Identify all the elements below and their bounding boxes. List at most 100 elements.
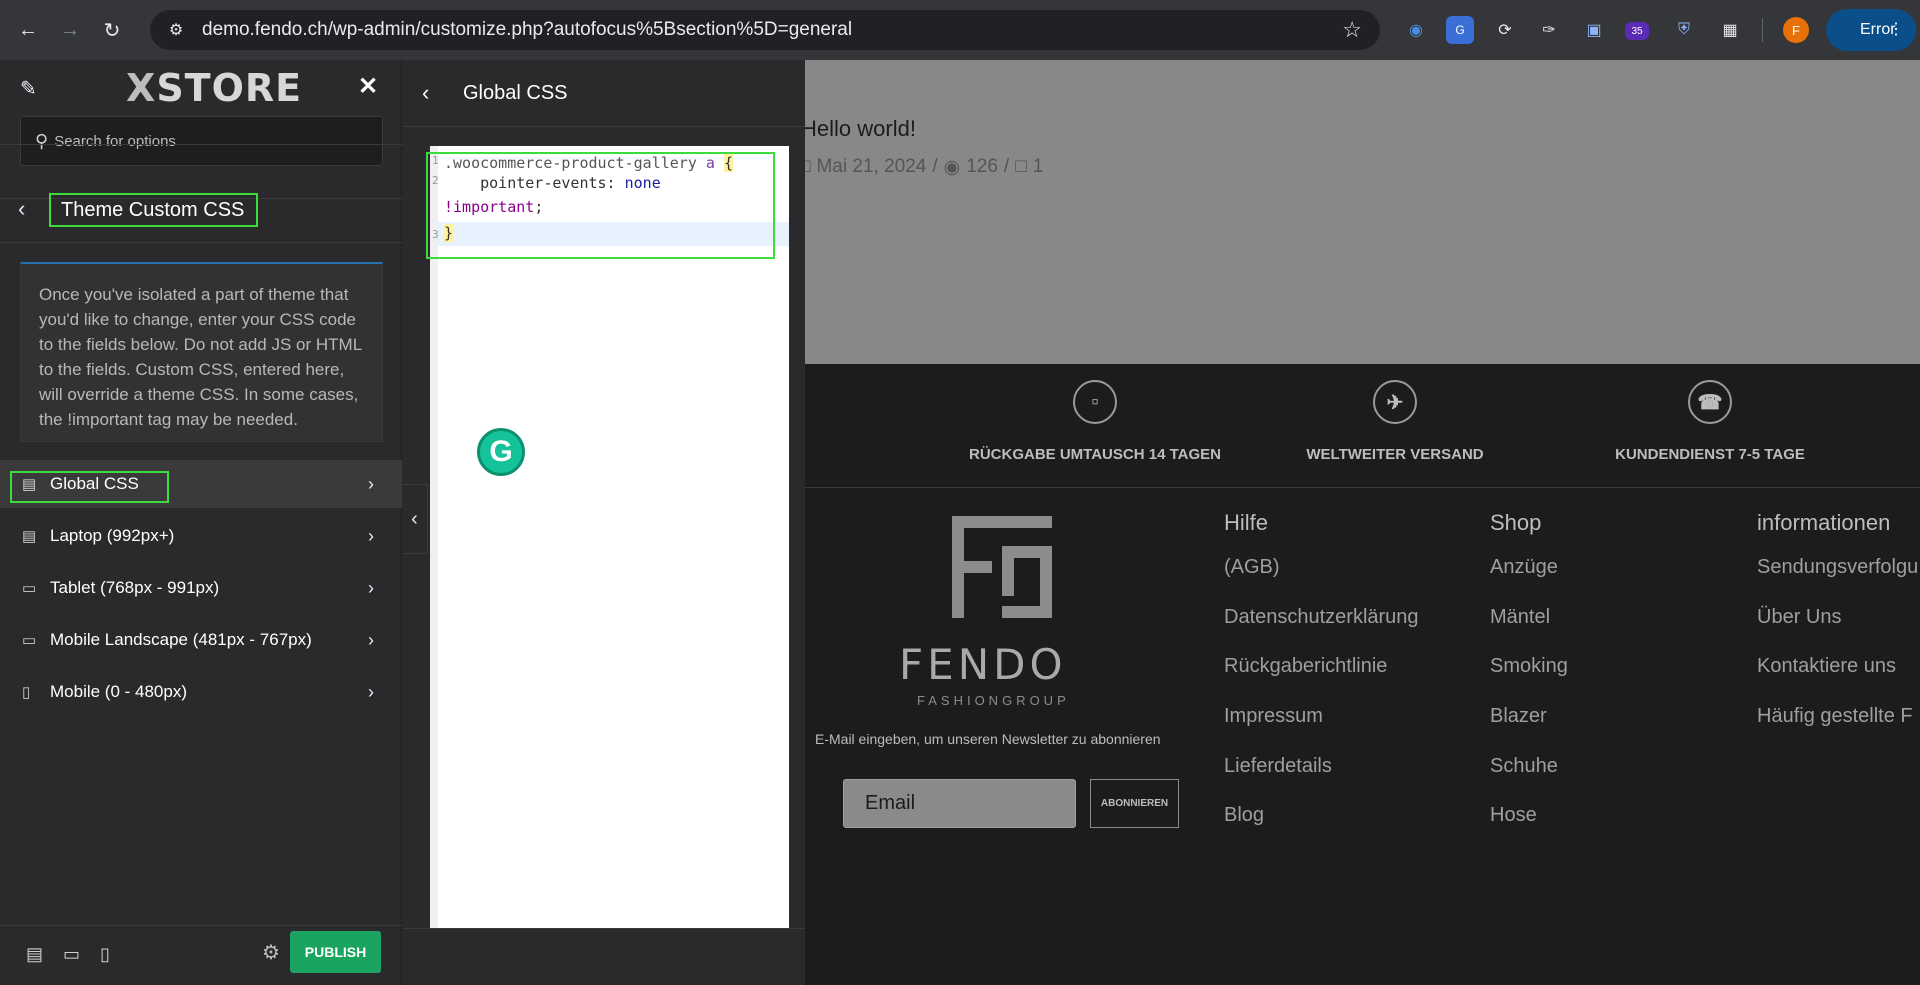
tablet-icon: ▭ xyxy=(22,580,37,597)
meta-separator: / xyxy=(932,156,938,177)
close-icon[interactable]: ✕ xyxy=(358,72,378,101)
sidebar-divider xyxy=(0,144,402,145)
pin-icon[interactable]: ✎ xyxy=(20,76,37,101)
more-menu-icon[interactable]: ⋮ xyxy=(1888,19,1904,39)
feature-label: RÜCKGABE UMTAUSCH 14 TAGEN xyxy=(969,446,1221,463)
comment-icon: □ xyxy=(1015,156,1027,177)
brand-name: FENDO xyxy=(899,640,1067,689)
sidebar-divider xyxy=(0,242,402,243)
footer-link[interactable]: Hose xyxy=(1490,804,1537,827)
feature-returns: ▫ RÜCKGABE UMTAUSCH 14 TAGEN xyxy=(950,380,1240,463)
post-views: 126 xyxy=(966,156,998,177)
post-area: Hello world! □ Mai 21, 2024 / ◉ 126 / □ … xyxy=(805,60,1920,364)
site-preview: Hello world! □ Mai 21, 2024 / ◉ 126 / □ … xyxy=(805,60,1920,985)
desktop-preview-icon[interactable]: ▤ xyxy=(26,944,43,965)
highlight-outline xyxy=(10,471,169,503)
footer-link[interactable]: Anzüge xyxy=(1490,556,1558,579)
newsletter-text: E-Mail eingeben, um unseren Newsletter z… xyxy=(815,731,1161,747)
highlight-outline xyxy=(426,152,775,259)
post-title[interactable]: Hello world! xyxy=(805,116,916,142)
footer-link[interactable]: Blog xyxy=(1224,804,1264,827)
feature-label: KUNDENDIENST 7-5 TAGE xyxy=(1615,446,1805,463)
mobile-preview-icon[interactable]: ▯ xyxy=(100,944,110,965)
logo-text: STORE xyxy=(156,66,303,110)
screen-capture-extension-icon[interactable]: ▣ xyxy=(1580,16,1608,44)
forward-arrow-icon[interactable]: → xyxy=(52,12,88,48)
back-chevron-icon[interactable]: ‹ xyxy=(18,196,25,222)
footer-link[interactable]: Blazer xyxy=(1490,705,1547,728)
feature-support: ☎ KUNDENDIENST 7-5 TAGE xyxy=(1575,380,1845,463)
section-title: Theme Custom CSS xyxy=(49,193,258,227)
post-date: Mai 21, 2024 xyxy=(816,156,927,177)
footer-link[interactable]: Kontaktiere uns xyxy=(1757,655,1896,678)
notification-extension-icon[interactable]: 35 xyxy=(1625,22,1649,40)
css-code-editor[interactable] xyxy=(438,146,789,928)
sidebar-item-label: Tablet (768px - 991px) xyxy=(50,578,220,597)
search-icon: ⚲ xyxy=(35,130,49,151)
address-bar[interactable]: ⚙ demo.fendo.ch/wp-admin/customize.php?a… xyxy=(150,10,1380,50)
sidebar-item-mobile[interactable]: ▯ Mobile (0 - 480px) › xyxy=(0,668,402,716)
wordpress-extension-icon[interactable]: ◉ xyxy=(1402,16,1430,44)
footer-column-shop: Shop Anzüge Mäntel Smoking Blazer Schuhe… xyxy=(1490,510,1568,826)
post-meta: □ Mai 21, 2024 / ◉ 126 / □ 1 xyxy=(805,156,1043,179)
footer-link[interactable]: Schuhe xyxy=(1490,755,1558,778)
publish-button[interactable]: PUBLISH xyxy=(290,931,381,973)
logo-x: X xyxy=(126,66,157,110)
back-chevron-icon[interactable]: ‹ xyxy=(422,80,429,106)
footer-link[interactable]: Mäntel xyxy=(1490,606,1550,629)
error-profile-button[interactable]: Error ⋮ xyxy=(1826,9,1916,51)
footer-column-heading: Hilfe xyxy=(1224,510,1269,535)
sidebar-item-label: Mobile (0 - 480px) xyxy=(50,682,188,701)
footer-link[interactable]: Datenschutzerklärung xyxy=(1224,606,1419,629)
footer-link[interactable]: Über Uns xyxy=(1757,606,1841,629)
footer-link[interactable]: Häufig gestellte F xyxy=(1757,705,1913,728)
puzzle-extensions-icon[interactable]: ▦ xyxy=(1716,16,1744,44)
feature-label: WELTWEITER VERSAND xyxy=(1306,446,1484,463)
footer-column-heading: informationen xyxy=(1757,510,1891,535)
tablet-preview-icon[interactable]: ▭ xyxy=(63,944,80,965)
sidebar-item-tablet[interactable]: ▭ Tablet (768px - 991px) › xyxy=(0,564,402,612)
post-comments: 1 xyxy=(1032,156,1044,177)
grammarly-icon[interactable]: G xyxy=(477,428,525,476)
global-css-panel: ‹ Global CSS 1 2 3 .woocommerce-product-… xyxy=(402,60,805,985)
collapse-sidebar-button[interactable]: ‹ xyxy=(402,484,428,554)
footer-column-heading: Shop xyxy=(1490,510,1542,535)
reload-icon[interactable]: ↻ xyxy=(94,12,130,48)
feature-label: S xyxy=(1905,446,1920,463)
chevron-right-icon: › xyxy=(368,473,374,494)
sync-extension-icon[interactable]: ⟳ xyxy=(1491,16,1519,44)
sidebar-item-laptop[interactable]: ▤ Laptop (992px+) › xyxy=(0,512,402,560)
profile-avatar[interactable]: F xyxy=(1783,17,1809,43)
site-settings-icon[interactable]: ⚙ xyxy=(164,18,188,42)
translate-extension-icon[interactable]: G xyxy=(1446,16,1474,44)
newsletter-email-input[interactable]: Email xyxy=(843,779,1076,828)
footer-link[interactable]: Sendungsverfolgu xyxy=(1757,556,1918,579)
sidebar-item-mobile-landscape[interactable]: ▭ Mobile Landscape (481px - 767px) › xyxy=(0,616,402,664)
eyedropper-extension-icon[interactable]: ✑ xyxy=(1535,16,1563,44)
footer-column-informationen: informationen Sendungsverfolgu Über Uns … xyxy=(1757,510,1918,727)
browser-toolbar: ← → ↻ ⚙ demo.fendo.ch/wp-admin/customize… xyxy=(0,0,1920,60)
footer-link[interactable]: Lieferdetails xyxy=(1224,755,1332,778)
gear-icon[interactable]: ⚙ xyxy=(262,940,280,965)
search-options-field[interactable]: ⚲ xyxy=(20,116,383,166)
footer-link[interactable]: Smoking xyxy=(1490,655,1568,678)
chevron-right-icon: › xyxy=(368,525,374,546)
footer-link[interactable]: Impressum xyxy=(1224,705,1323,728)
bookmark-star-icon[interactable]: ☆ xyxy=(1342,17,1362,43)
mobile-icon: ▯ xyxy=(22,684,31,701)
chevron-right-icon: › xyxy=(368,629,374,650)
footer-link[interactable]: (AGB) xyxy=(1224,556,1280,579)
section-description: Once you've isolated a part of theme tha… xyxy=(20,262,383,442)
footer-column-hilfe: Hilfe (AGB) Datenschutzerklärung Rückgab… xyxy=(1224,510,1419,826)
panel-footer xyxy=(402,928,805,985)
brand-subtitle: FASHIONGROUP xyxy=(917,693,1070,708)
meta-separator: / xyxy=(1003,156,1010,177)
shield-extension-icon[interactable]: ⛨ xyxy=(1670,16,1698,44)
sidebar-item-label: Laptop (992px+) xyxy=(50,526,175,545)
footer-link[interactable]: Rückgaberichtlinie xyxy=(1224,655,1387,678)
subscribe-button[interactable]: ABONNIEREN xyxy=(1090,779,1179,828)
search-options-input[interactable] xyxy=(54,132,355,150)
return-box-icon: ▫ xyxy=(1073,380,1117,424)
sidebar-header: ✎ XSTORE ✕ xyxy=(0,60,402,116)
back-arrow-icon[interactable]: ← xyxy=(10,12,46,48)
